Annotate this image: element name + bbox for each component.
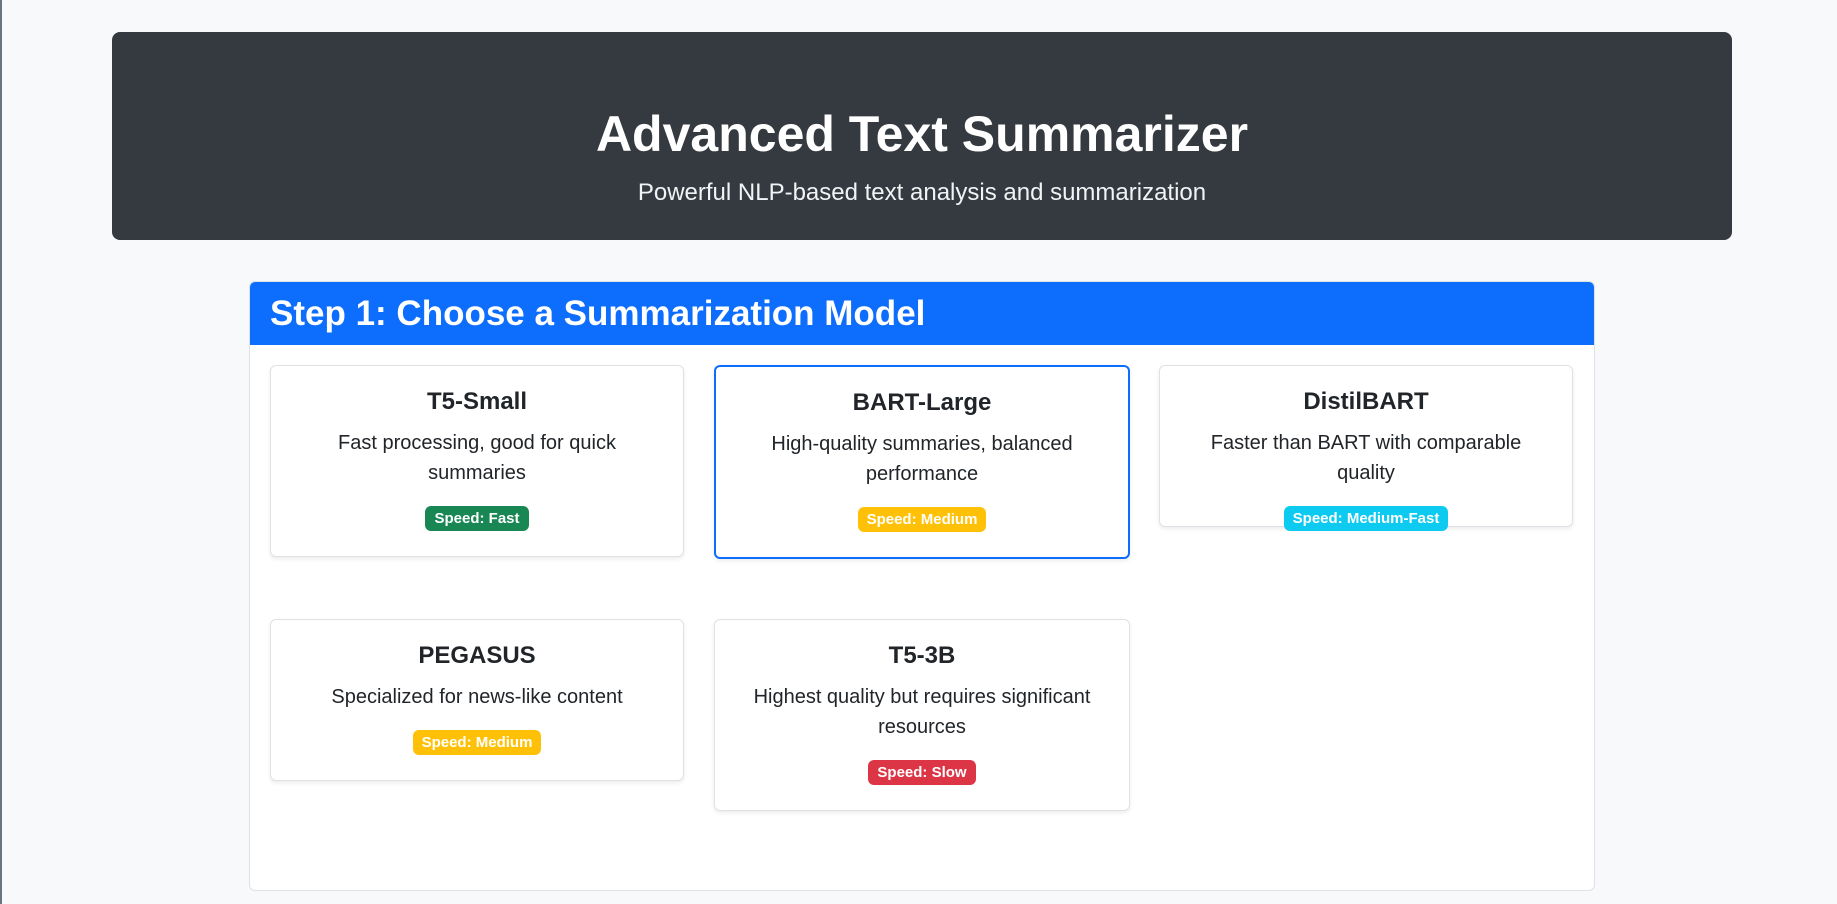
model-name: T5-Small	[426, 388, 528, 415]
model-description: Specialized for news-like content	[331, 686, 623, 708]
model-name: BART-Large	[852, 389, 992, 416]
model-name: T5-3B	[888, 642, 956, 669]
model-selection-panel: Step 1: Choose a Summarization Model T5-…	[249, 281, 1595, 891]
speed-badge: Speed: Medium	[857, 507, 987, 532]
model-name: PEGASUS	[418, 642, 536, 669]
model-description: Faster than BART with comparable quality	[1210, 432, 1522, 484]
model-card-bart-large[interactable]: BART-Large High-quality summaries, balan…	[714, 365, 1130, 559]
model-card-distilbart[interactable]: DistilBART Faster than BART with compara…	[1159, 365, 1573, 531]
model-description: Highest quality but requires significant…	[753, 686, 1091, 738]
step-1-title: Step 1: Choose a Summarization Model	[270, 293, 926, 333]
model-card-t5-small[interactable]: T5-Small Fast processing, good for quick…	[270, 365, 684, 557]
app-subtitle: Powerful NLP-based text analysis and sum…	[637, 179, 1207, 206]
speed-badge: Speed: Slow	[868, 760, 976, 785]
model-card-pegasus[interactable]: PEGASUS Specialized for news-like conten…	[270, 619, 684, 781]
model-card-t5-3b[interactable]: T5-3B Highest quality but requires signi…	[714, 619, 1130, 811]
speed-badge: Speed: Fast	[425, 506, 529, 531]
model-description: Fast processing, good for quick summarie…	[338, 432, 616, 484]
step-1-header: Step 1: Choose a Summarization Model	[250, 282, 1594, 345]
app-header: Advanced Text Summarizer Powerful NLP-ba…	[112, 32, 1732, 240]
window-left-edge	[0, 0, 2, 904]
model-name: DistilBART	[1303, 388, 1429, 415]
model-description: High-quality summaries, balanced perform…	[771, 433, 1073, 485]
speed-badge: Speed: Medium	[412, 730, 542, 755]
speed-badge: Speed: Medium-Fast	[1283, 506, 1449, 531]
app-title: Advanced Text Summarizer	[595, 106, 1249, 162]
